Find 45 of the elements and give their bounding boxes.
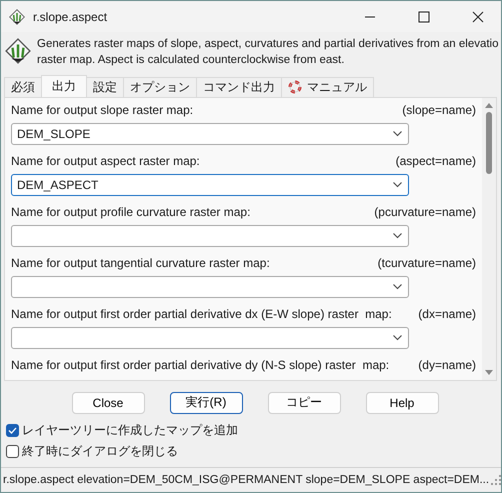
scroll-down-icon <box>485 370 493 376</box>
map-name-combo[interactable] <box>11 276 409 298</box>
field-label: Name for output profile curvature raster map: <box>11 204 250 220</box>
field-label: Name for output first order partial derivative dx (E-W slope) raster map: <box>11 306 392 322</box>
grass-logo-icon <box>5 36 31 66</box>
app-icon <box>9 8 25 24</box>
dialog-button[interactable]: コピー <box>268 392 340 414</box>
dialog-button[interactable]: Help <box>366 392 438 414</box>
dialog-button[interactable]: 実行(R) <box>170 392 242 414</box>
field-label: Name for output tangential curvature raster map: <box>11 256 270 271</box>
module-description: Generates raster maps of slope, aspect, curvatures and partial derivatives from an elevatio raster map. Aspect is calculated counterclockwise from east. <box>37 37 499 68</box>
status-text: r.slope.aspect elevation=DEM_50CM_ISG@PERMANENT slope=DEM_SLOPE aspect=DEM... <box>3 474 490 486</box>
tab[interactable]: 必須 <box>4 76 42 97</box>
tab[interactable]: マニュアル <box>281 76 374 97</box>
map-name-combo[interactable] <box>11 224 409 247</box>
map-name-combo[interactable]: DEM_ASPECT <box>11 174 409 196</box>
parameter-name: (pcurvature=name) <box>374 204 476 220</box>
checkbox-label: レイヤーツリーに作成したマップを追加 <box>22 422 238 439</box>
checkbox[interactable] <box>6 424 19 437</box>
parameter-name: (dy=name) <box>418 358 476 373</box>
dropdown-icon <box>393 334 402 341</box>
scroll-up-icon <box>485 102 493 108</box>
parameter-name: (dx=name) <box>418 306 476 322</box>
field-label: Name for output aspect raster map: <box>11 154 200 169</box>
map-name-combo[interactable]: DEM_SLOPE <box>11 122 409 145</box>
map-name-combo[interactable] <box>11 326 409 349</box>
checkbox-label: 終了時にダイアログを閉じる <box>22 442 178 460</box>
field-label: Name for output slope raster map: <box>11 102 194 118</box>
checkbox[interactable] <box>6 444 19 458</box>
lifebuoy-icon <box>288 80 302 94</box>
parameter-name: (slope=name) <box>402 102 476 118</box>
resize-grip-icon <box>491 474 501 485</box>
dropdown-icon <box>393 130 402 137</box>
dropdown-icon <box>393 232 402 239</box>
parameter-name: (aspect=name) <box>396 154 476 169</box>
close-icon <box>472 10 484 22</box>
dropdown-icon <box>393 284 402 290</box>
window-title: r.slope.aspect <box>33 10 108 24</box>
parameter-name: (tcurvature=name) <box>378 256 476 271</box>
tab[interactable]: 出力 <box>41 74 87 97</box>
field-label: Name for output first order partial derivative dy (N-S slope) raster map: <box>11 358 390 373</box>
dropdown-icon <box>393 182 402 188</box>
maximize-icon <box>418 10 430 22</box>
dialog-button[interactable]: Close <box>72 392 144 414</box>
scrollbar[interactable] <box>482 98 496 380</box>
